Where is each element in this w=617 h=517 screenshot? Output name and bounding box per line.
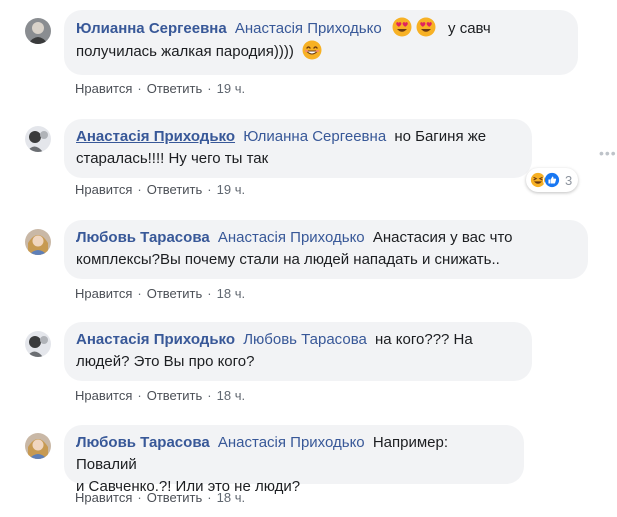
separator: · (207, 81, 212, 96)
comment-mention[interactable]: Анастасія Приходько (218, 434, 365, 451)
comment-actions: Нравится · Ответить · 19 ч. (75, 182, 245, 198)
separator: · (137, 490, 142, 505)
separator: · (207, 286, 212, 301)
comment-text-line2: старалась!!!! Ну чего ты так (76, 150, 269, 167)
comment-text-line2: комплексы?Вы почему стали на людей напад… (76, 251, 500, 268)
heart-eyes-emoji (416, 17, 436, 37)
avatar[interactable] (25, 331, 51, 357)
comment-time[interactable]: 18 ч. (217, 388, 245, 403)
separator: · (207, 182, 212, 197)
comment-mention[interactable]: Анастасія Приходько (235, 20, 382, 37)
comment-text-line2: получилась жалкая пародия)))) (76, 43, 294, 60)
reply-link[interactable]: Ответить (147, 490, 203, 505)
comment-mention[interactable]: Любовь Тарасова (243, 331, 367, 348)
comment-bubble: Любовь Тарасова Анастасія Приходько Анас… (64, 220, 588, 279)
reply-link[interactable]: Ответить (147, 286, 203, 301)
comment-actions: Нравится · Ответить · 19 ч. (75, 81, 245, 97)
comment-text: у савч (448, 20, 491, 37)
comment-time[interactable]: 19 ч. (217, 81, 245, 96)
comment-text: на кого??? На (375, 331, 473, 348)
avatar[interactable] (25, 18, 51, 44)
more-options-icon[interactable]: ••• (599, 145, 617, 161)
reaction-count: 3 (565, 172, 573, 188)
reply-link[interactable]: Ответить (147, 182, 203, 197)
comment-author[interactable]: Анастасія Приходько (76, 331, 235, 348)
heart-eyes-emoji (392, 17, 412, 37)
separator: · (207, 388, 212, 403)
comment-mention[interactable]: Анастасія Приходько (218, 229, 365, 246)
reaction-summary[interactable]: 3 (526, 168, 579, 192)
comment-time[interactable]: 18 ч. (217, 490, 245, 505)
like-reaction-icon (543, 171, 561, 189)
separator: · (137, 286, 142, 301)
comment-text: но Багиня же (394, 128, 487, 145)
separator: · (207, 490, 212, 505)
avatar[interactable] (25, 433, 51, 459)
comment-bubble: Анастасія Приходько Любовь Тарасова на к… (64, 322, 532, 381)
comment-actions: Нравится · Ответить · 18 ч. (75, 490, 245, 506)
comment-bubble: Юлианна Сергеевна Анастасія Приходько у … (64, 10, 578, 75)
separator: · (137, 81, 142, 96)
like-link[interactable]: Нравится (75, 286, 132, 301)
comment-actions: Нравится · Ответить · 18 ч. (75, 286, 245, 302)
separator: · (137, 182, 142, 197)
comment-author[interactable]: Анастасія Приходько (76, 128, 235, 145)
separator: · (137, 388, 142, 403)
comment-actions: Нравится · Ответить · 18 ч. (75, 388, 245, 404)
comment-text-line2: людей? Это Вы про кого? (76, 353, 255, 370)
avatar[interactable] (25, 126, 51, 152)
like-link[interactable]: Нравится (75, 182, 132, 197)
like-link[interactable]: Нравится (75, 388, 132, 403)
comment-bubble: Анастасія Приходько Юлианна Сергеевна но… (64, 119, 532, 178)
comment-author[interactable]: Юлианна Сергеевна (76, 20, 227, 37)
comment-author[interactable]: Любовь Тарасова (76, 229, 210, 246)
reply-link[interactable]: Ответить (147, 81, 203, 96)
comment-text: Анастасия у вас что (372, 229, 513, 246)
comment-author[interactable]: Любовь Тарасова (76, 434, 210, 451)
like-link[interactable]: Нравится (75, 81, 132, 96)
comment-time[interactable]: 19 ч. (217, 182, 245, 197)
reply-link[interactable]: Ответить (147, 388, 203, 403)
comment-mention[interactable]: Юлианна Сергеевна (243, 128, 386, 145)
like-link[interactable]: Нравится (75, 490, 132, 505)
comment-time[interactable]: 18 ч. (217, 286, 245, 301)
smiling-emoji (302, 40, 322, 60)
comment-bubble: Любовь Тарасова Анастасія Приходько Напр… (64, 425, 524, 495)
avatar[interactable] (25, 229, 51, 255)
